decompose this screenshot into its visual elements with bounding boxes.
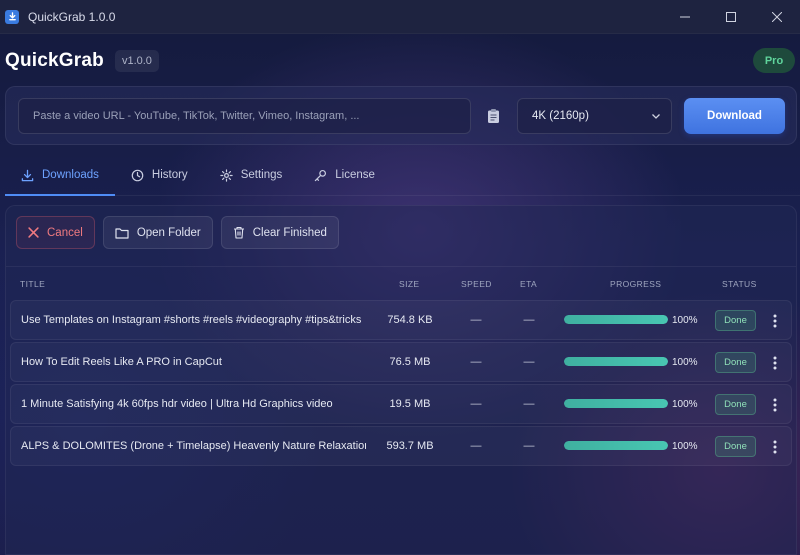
- progress-fill: [564, 441, 668, 450]
- tab-license[interactable]: License: [298, 156, 391, 194]
- url-input[interactable]: [18, 98, 471, 134]
- clipboard-icon: [487, 109, 499, 123]
- row-eta: —: [523, 440, 535, 452]
- window-title: QuickGrab 1.0.0: [28, 9, 116, 24]
- clock-icon: [131, 169, 144, 181]
- more-vertical-icon: [773, 440, 777, 454]
- row-size: 593.7 MB: [386, 440, 434, 452]
- more-vertical-icon: [773, 314, 777, 328]
- row-speed: —: [470, 398, 482, 410]
- download-icon: [21, 169, 34, 181]
- row-speed: —: [470, 314, 482, 326]
- tab-label: History: [151, 169, 188, 181]
- table-row[interactable]: Use Templates on Instagram #shorts #reel…: [10, 300, 792, 340]
- close-icon: [772, 12, 782, 22]
- status-badge: Done: [715, 352, 756, 373]
- tab-downloads[interactable]: Downloads: [5, 156, 115, 196]
- title-bar: QuickGrab 1.0.0: [0, 0, 800, 34]
- progress-fill: [564, 399, 668, 408]
- progress-bar: [564, 399, 668, 408]
- table-row[interactable]: ALPS & DOLOMITES (Drone + Timelapse) Hea…: [10, 426, 792, 466]
- status-badge: Done: [715, 436, 756, 457]
- more-vertical-icon: [773, 356, 777, 370]
- app-name: QuickGrab: [5, 50, 104, 71]
- chevron-down-icon: [652, 114, 660, 119]
- progress-percent: 100%: [672, 357, 698, 368]
- row-speed: —: [470, 440, 482, 452]
- gear-icon: [220, 168, 233, 182]
- tab-label: Downloads: [42, 169, 99, 181]
- tab-settings[interactable]: Settings: [204, 156, 299, 194]
- trash-icon: [233, 226, 244, 239]
- quality-select[interactable]: 4K (2160p): [517, 98, 672, 134]
- progress-percent: 100%: [672, 441, 698, 452]
- row-title: Use Templates on Instagram #shorts #reel…: [21, 314, 362, 326]
- app-logo-icon: [5, 9, 19, 24]
- url-panel: 4K (2160p) Download: [5, 86, 797, 145]
- column-title: TITLE: [20, 279, 46, 289]
- tab-label: Settings: [240, 169, 283, 181]
- close-icon: [28, 227, 39, 238]
- cancel-button[interactable]: Cancel: [16, 216, 95, 249]
- tab-bar: Downloads History Settings License: [5, 156, 800, 196]
- table-row[interactable]: 1 Minute Satisfying 4k 60fps hdr video |…: [10, 384, 792, 424]
- close-button[interactable]: [754, 0, 800, 34]
- key-icon: [315, 169, 327, 181]
- column-progress: PROGRESS: [610, 279, 662, 289]
- more-options-button[interactable]: [769, 312, 781, 330]
- more-options-button[interactable]: [769, 396, 781, 414]
- tab-history[interactable]: History: [115, 156, 204, 194]
- column-size: SIZE: [399, 279, 420, 289]
- row-title: How To Edit Reels Like A PRO in CapCut: [21, 356, 222, 368]
- more-options-button[interactable]: [769, 438, 781, 456]
- downloads-toolbar: Cancel Open Folder Clear Finished: [16, 216, 339, 249]
- folder-icon: [115, 227, 129, 239]
- quality-selected-value: 4K (2160p): [532, 110, 589, 122]
- app-header: QuickGrab v1.0.0: [5, 50, 159, 72]
- minimize-button[interactable]: [662, 0, 708, 34]
- row-title: ALPS & DOLOMITES (Drone + Timelapse) Hea…: [21, 440, 366, 452]
- row-title: 1 Minute Satisfying 4k 60fps hdr video |…: [21, 398, 333, 410]
- window-controls: [662, 0, 800, 34]
- downloads-panel: Cancel Open Folder Clear Finished TITLE …: [5, 205, 797, 555]
- column-status: STATUS: [722, 279, 757, 289]
- cancel-label: Cancel: [47, 226, 83, 239]
- tab-label: License: [335, 169, 375, 181]
- status-badge: Done: [715, 310, 756, 331]
- open-folder-button[interactable]: Open Folder: [102, 216, 213, 249]
- row-eta: —: [523, 356, 535, 368]
- row-eta: —: [523, 314, 535, 326]
- progress-bar: [564, 357, 668, 366]
- downloads-list: Use Templates on Instagram #shorts #reel…: [10, 300, 792, 468]
- progress-percent: 100%: [672, 399, 698, 410]
- column-speed: SPEED: [461, 279, 492, 289]
- download-button[interactable]: Download: [684, 98, 785, 134]
- more-vertical-icon: [773, 398, 777, 412]
- clear-finished-label: Clear Finished: [252, 226, 327, 239]
- progress-fill: [564, 357, 668, 366]
- row-size: 76.5 MB: [389, 356, 431, 368]
- row-size: 19.5 MB: [389, 398, 431, 410]
- version-badge: v1.0.0: [114, 50, 159, 72]
- paste-button[interactable]: [484, 107, 502, 125]
- progress-fill: [564, 315, 668, 324]
- more-options-button[interactable]: [769, 354, 781, 372]
- status-badge: Done: [715, 394, 756, 415]
- progress-percent: 100%: [672, 315, 698, 326]
- progress-bar: [564, 441, 668, 450]
- progress-bar: [564, 315, 668, 324]
- column-eta: ETA: [520, 279, 538, 289]
- clear-finished-button[interactable]: Clear Finished: [220, 216, 339, 249]
- open-folder-label: Open Folder: [136, 226, 201, 239]
- pro-badge[interactable]: Pro: [753, 48, 795, 73]
- minimize-icon: [680, 16, 690, 18]
- row-eta: —: [523, 398, 535, 410]
- row-size: 754.8 KB: [387, 314, 433, 326]
- table-header: TITLE SIZE SPEED ETA PROGRESS STATUS: [6, 266, 796, 298]
- maximize-icon: [726, 12, 736, 22]
- row-speed: —: [470, 356, 482, 368]
- maximize-button[interactable]: [708, 0, 754, 34]
- table-row[interactable]: How To Edit Reels Like A PRO in CapCut 7…: [10, 342, 792, 382]
